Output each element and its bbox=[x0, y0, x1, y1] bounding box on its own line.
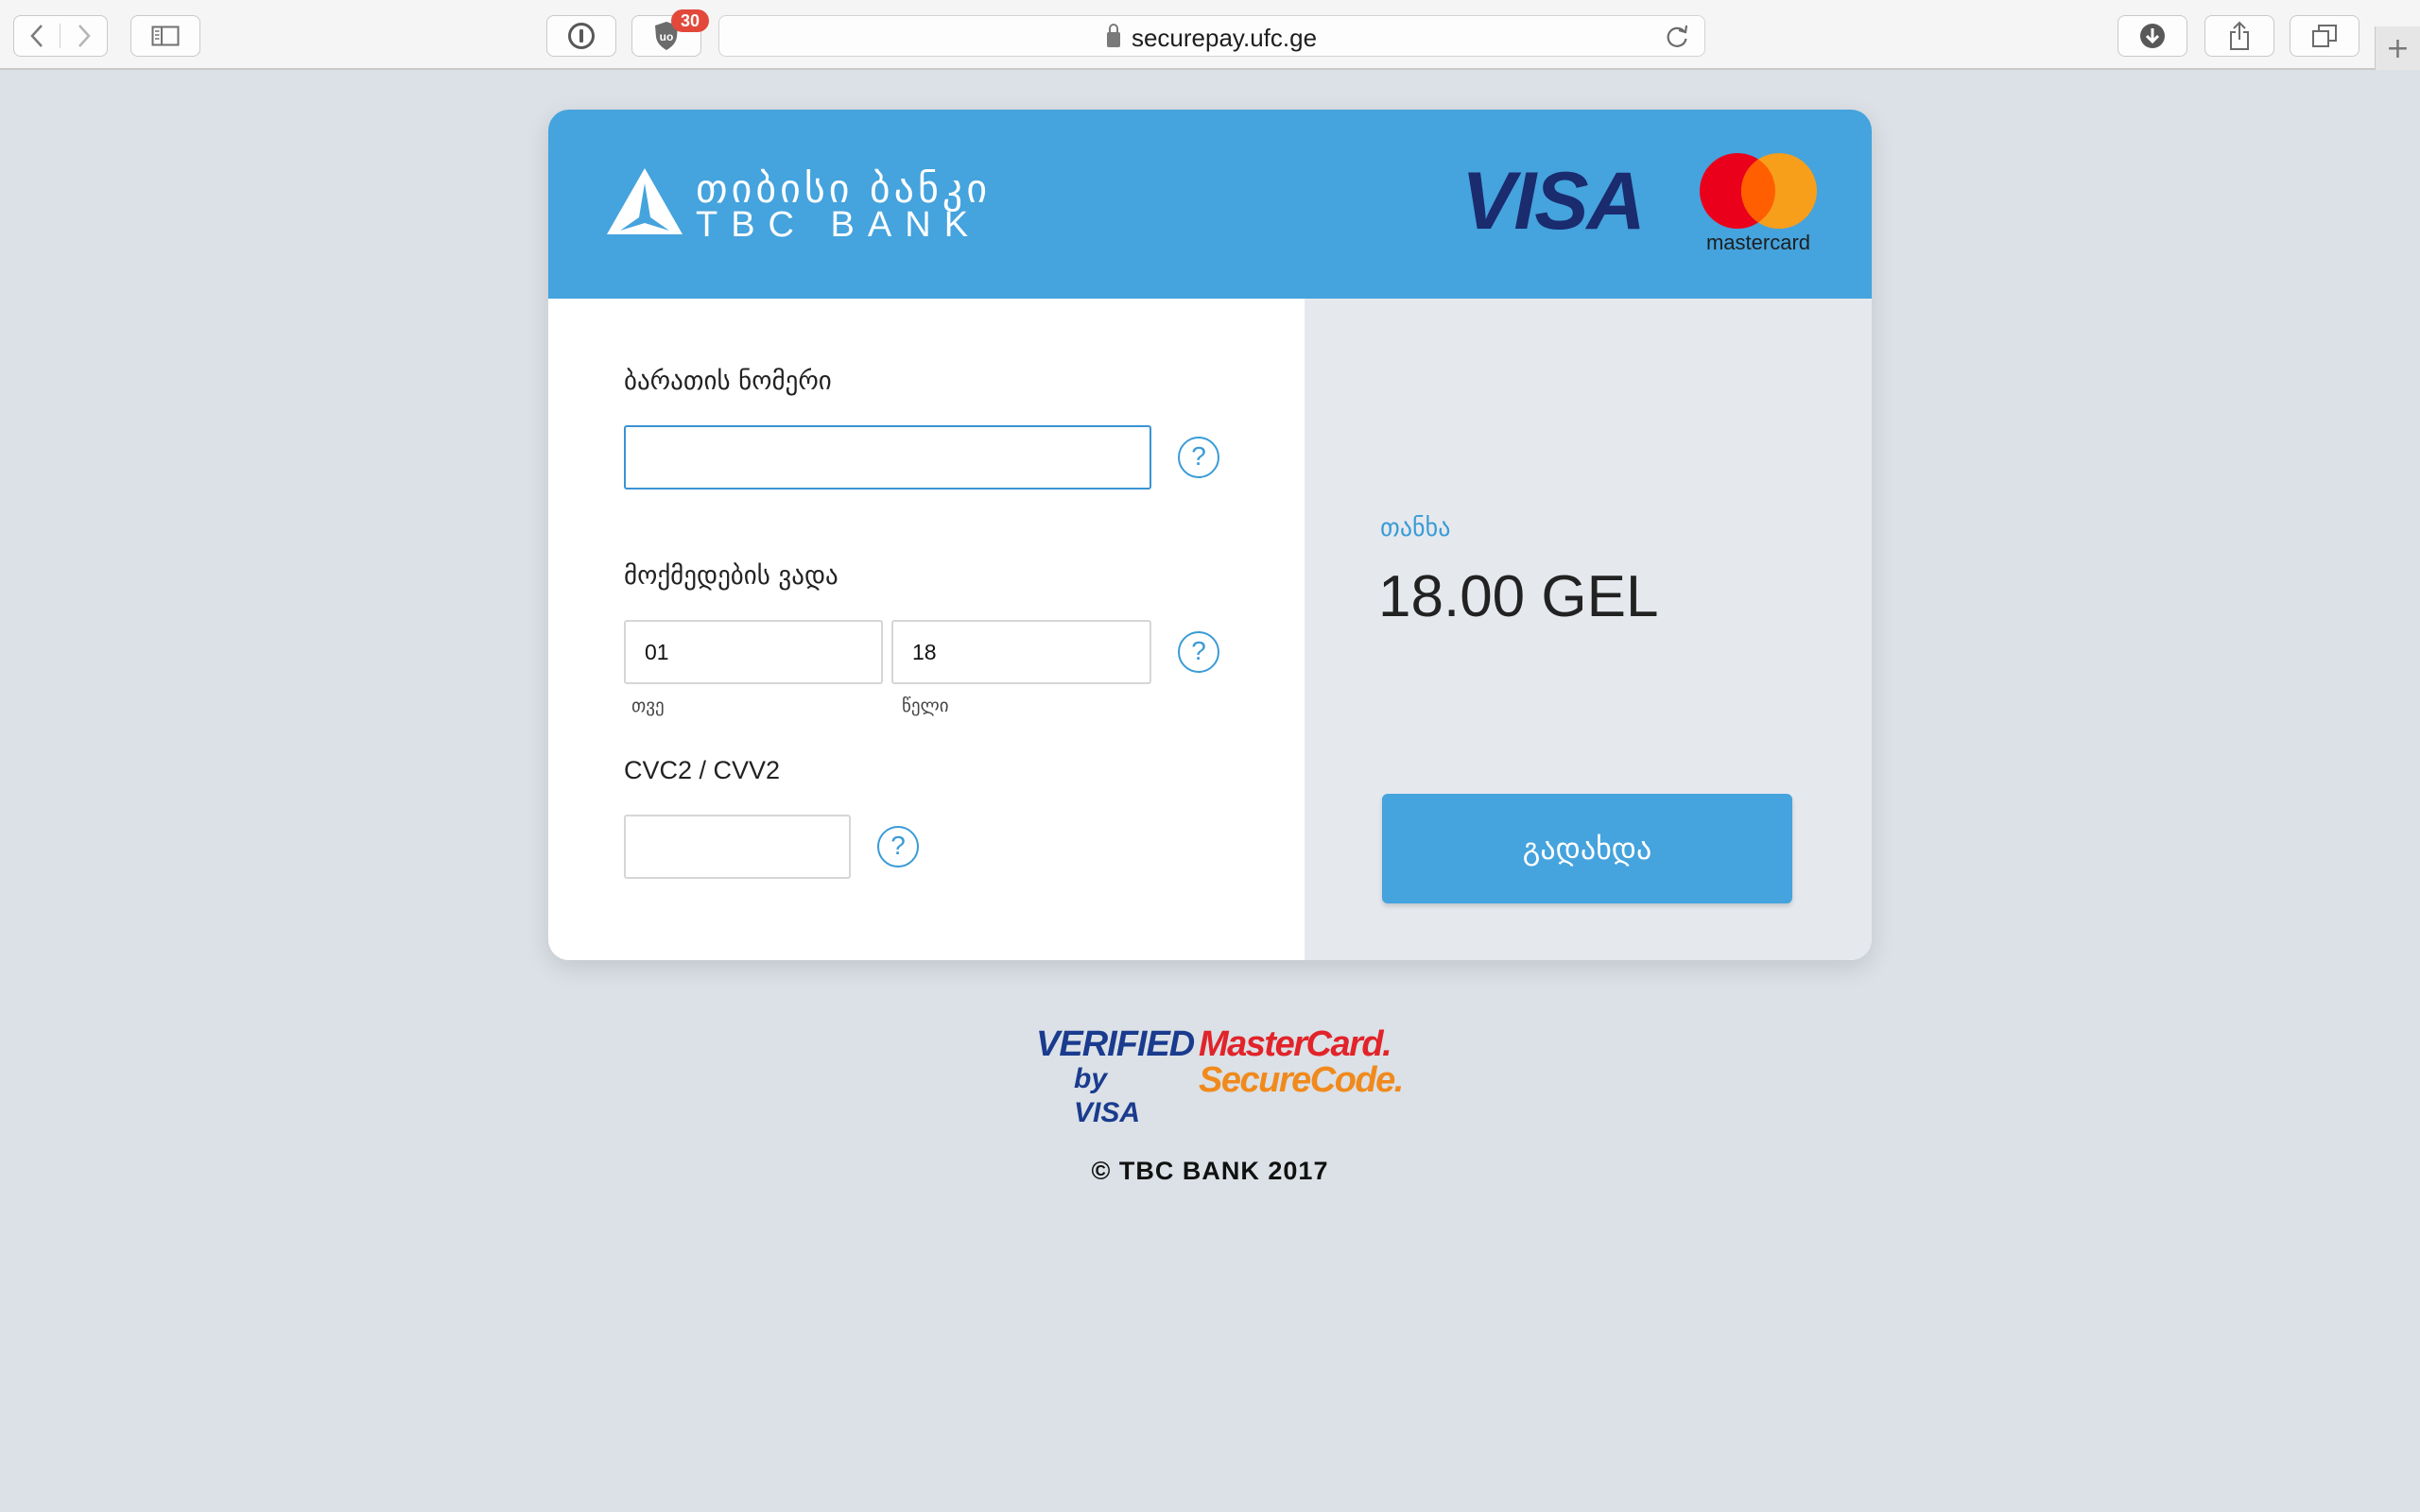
mastercard-logo: mastercard bbox=[1692, 153, 1824, 257]
url-text: securepay.ufc.ge bbox=[1131, 24, 1318, 52]
vbv-line1: VERIFIED bbox=[1036, 1024, 1195, 1064]
card-number-label: ბარათის ნომერი bbox=[624, 367, 832, 396]
card-number-help-icon[interactable]: ? bbox=[1178, 437, 1219, 478]
info-icon bbox=[567, 22, 596, 50]
mastercard-securecode-logo: MasterCard. SecureCode. bbox=[1199, 1024, 1404, 1104]
cvc-label: CVC2 / CVV2 bbox=[624, 756, 781, 784]
expiry-year-input[interactable]: 18 bbox=[891, 620, 1151, 684]
pay-button[interactable]: გადახდა bbox=[1382, 794, 1792, 903]
address-bar[interactable]: securepay.ufc.ge bbox=[718, 15, 1705, 57]
back-icon[interactable] bbox=[14, 24, 61, 48]
card-number-input[interactable] bbox=[624, 425, 1151, 490]
mcsc-line2: SecureCode. bbox=[1199, 1060, 1404, 1100]
visa-logo: VISA bbox=[1461, 156, 1646, 247]
card-form: ბარათის ნომერი ? მოქმედების ვადა 01 18 ?… bbox=[548, 299, 1305, 960]
copyright-text: © TBC BANK 2017 bbox=[1091, 1157, 1329, 1185]
amount-value: 18.00 GEL bbox=[1378, 564, 1659, 629]
expiry-help-icon[interactable]: ? bbox=[1178, 631, 1219, 673]
card-header: თიბისი ბანკი TBC BANK VISA mastercard bbox=[548, 110, 1872, 299]
tabs-button[interactable] bbox=[2290, 15, 2360, 57]
lock-icon bbox=[1106, 24, 1120, 47]
expiry-label: მოქმედების ვადა bbox=[624, 561, 838, 591]
plus-icon: + bbox=[2385, 31, 2411, 65]
cvc-help-icon[interactable]: ? bbox=[877, 826, 919, 868]
amount-label: თანხა bbox=[1380, 514, 1451, 542]
year-sublabel: წელი bbox=[902, 696, 949, 716]
info-button[interactable] bbox=[546, 15, 616, 57]
tbc-triangle-icon bbox=[607, 168, 683, 234]
payment-summary: თანხა 18.00 GEL გადახდა bbox=[1305, 299, 1872, 960]
expiry-month-input[interactable]: 01 bbox=[624, 620, 883, 684]
vbv-line2: by VISA bbox=[1074, 1063, 1141, 1128]
new-tab-button[interactable]: + bbox=[2375, 26, 2420, 70]
forward-icon[interactable] bbox=[60, 24, 107, 48]
tabs-icon bbox=[2311, 24, 2338, 48]
share-button[interactable] bbox=[2204, 15, 2274, 57]
verified-by-visa-logo: VERIFIED by VISA bbox=[1036, 1024, 1195, 1128]
extension-badge: 30 bbox=[671, 9, 709, 32]
share-icon bbox=[2228, 21, 2251, 51]
svg-text:uo: uo bbox=[660, 30, 674, 43]
mastercard-circles-icon bbox=[1700, 153, 1817, 229]
mastercard-wordmark: mastercard bbox=[1705, 231, 1811, 254]
tbc-logo: თიბისი ბანკი TBC BANK bbox=[605, 166, 987, 251]
browser-toolbar: uo 30 securepay.ufc.ge + bbox=[0, 0, 2420, 70]
reload-icon[interactable] bbox=[1665, 24, 1689, 54]
cvc-input[interactable] bbox=[624, 815, 851, 879]
logo-english-text: TBC BANK bbox=[696, 205, 982, 245]
sidebar-button[interactable] bbox=[130, 15, 200, 57]
payment-card: თიბისი ბანკი TBC BANK VISA mastercard ბა… bbox=[548, 110, 1872, 960]
month-sublabel: თვე bbox=[631, 696, 665, 716]
back-forward-group bbox=[13, 15, 108, 57]
sidebar-icon bbox=[151, 26, 180, 46]
mcsc-line1: MasterCard. bbox=[1199, 1024, 1392, 1064]
downloads-button[interactable] bbox=[2118, 15, 2187, 57]
download-icon bbox=[2138, 22, 2167, 50]
